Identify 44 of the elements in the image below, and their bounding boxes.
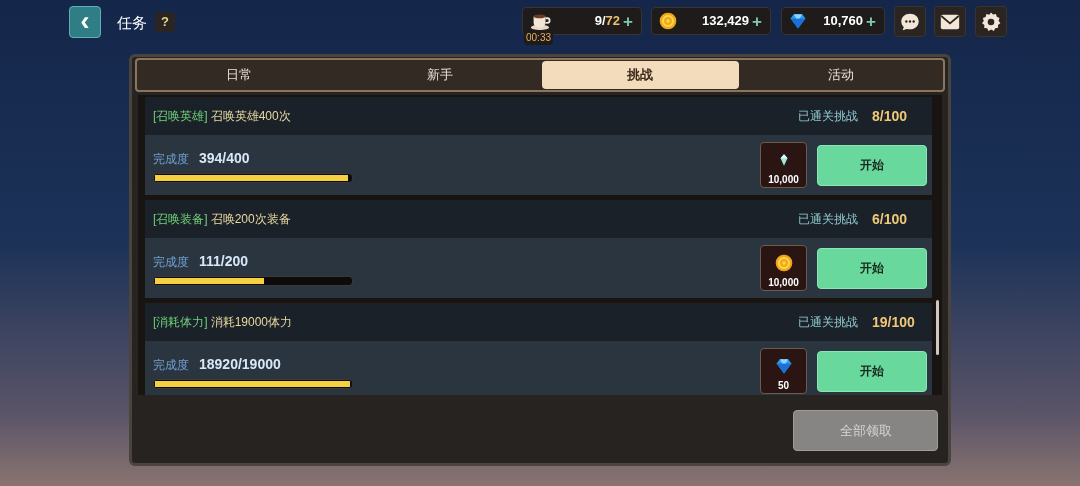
tab[interactable]: 活动	[742, 61, 940, 89]
progress-label: 完成度	[153, 253, 189, 271]
back-button[interactable]: ‹	[69, 6, 101, 38]
cleared-label: 已通关挑战	[798, 211, 858, 228]
quest-title: [召唤英雄] 召唤英雄400次	[153, 108, 291, 125]
add-button[interactable]: +	[866, 12, 876, 30]
progress-label: 完成度	[153, 356, 189, 374]
cleared-count: 19/100	[872, 312, 916, 332]
settings-icon	[980, 10, 1002, 33]
start-button[interactable]: 开始	[817, 350, 927, 392]
mail-button[interactable]	[934, 6, 966, 37]
help-button[interactable]: ?	[155, 12, 175, 32]
progress-value: 18920/19000	[199, 354, 281, 374]
progress-label: 完成度	[153, 150, 189, 168]
progress-value: 394/400	[199, 148, 250, 168]
tab[interactable]: 挑战	[541, 61, 740, 89]
settings-button[interactable]	[975, 6, 1007, 37]
resource-value: 132,429	[702, 12, 750, 31]
gem-icon	[788, 11, 808, 31]
coin-icon	[658, 11, 678, 31]
coin-icon	[773, 253, 794, 273]
cleared-label: 已通关挑战	[798, 314, 858, 331]
reward-amount: 10,000	[768, 173, 799, 187]
scrollbar	[936, 300, 939, 355]
start-button[interactable]: 开始	[817, 144, 927, 186]
start-button[interactable]: 开始	[817, 247, 927, 289]
cleared-count: 8/100	[872, 106, 909, 126]
gem-icon	[773, 356, 794, 376]
progress-value: 111/200	[199, 251, 249, 271]
reward-amount: 50	[777, 379, 790, 393]
cleared-count: 6/100	[872, 209, 909, 229]
resource-value: 9/72	[594, 12, 621, 31]
tab[interactable]: 新手	[340, 61, 539, 89]
quest-title: [消耗体力] 消耗19000体力	[153, 314, 293, 331]
add-button[interactable]: +	[752, 12, 762, 30]
quest-title: [召唤装备] 召唤200次装备	[153, 211, 291, 228]
page-title: 任务	[117, 13, 147, 33]
chat-button[interactable]	[894, 6, 926, 37]
reward-amount: 10,000	[768, 276, 799, 290]
tab[interactable]: 日常	[140, 61, 338, 89]
add-button[interactable]: +	[623, 12, 633, 30]
timer-label: 00:33	[524, 30, 554, 45]
resource-value: 10,760	[823, 12, 864, 31]
cleared-label: 已通关挑战	[798, 108, 858, 125]
